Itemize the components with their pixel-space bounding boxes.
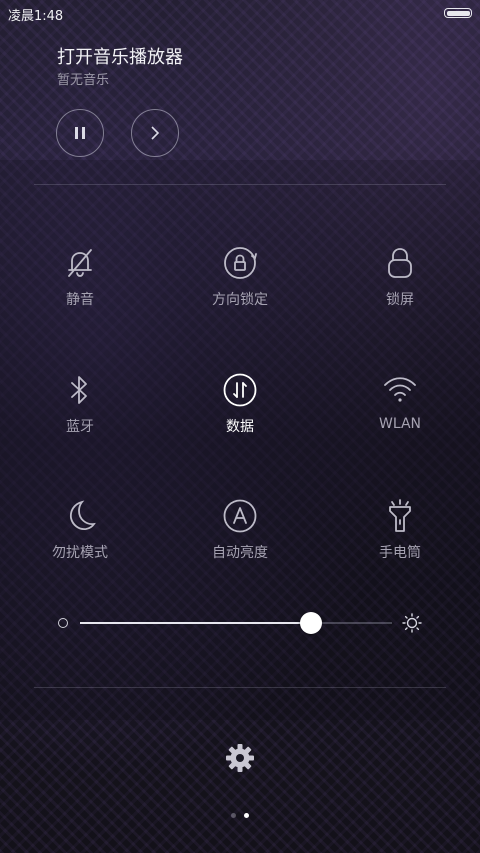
toggle-label: 自动亮度: [212, 545, 268, 561]
chevron-right-icon: [151, 126, 160, 140]
brightness-low-icon: [58, 618, 68, 628]
toggle-mobile-data[interactable]: 数据: [170, 372, 310, 462]
toggle-label: 手电筒: [379, 545, 421, 561]
music-player-title[interactable]: 打开音乐播放器: [57, 43, 183, 69]
mobile-data-icon: [223, 373, 257, 407]
rotation-lock-icon: [224, 247, 257, 279]
toggle-flashlight[interactable]: 手电筒: [330, 498, 470, 588]
divider: [34, 687, 446, 688]
next-button[interactable]: [131, 109, 179, 157]
lock-icon: [388, 248, 412, 278]
pause-icon: [75, 127, 85, 139]
brightness-slider-fill: [80, 622, 311, 624]
moon-icon: [69, 500, 96, 531]
page-dot-current[interactable]: [244, 813, 249, 818]
music-status: 暂无音乐: [57, 73, 110, 88]
brightness-slider-thumb[interactable]: [299, 612, 322, 634]
page-indicator: [231, 813, 249, 818]
toggle-do-not-disturb[interactable]: 勿扰模式: [10, 498, 150, 588]
auto-brightness-icon: [223, 499, 257, 533]
settings-button[interactable]: [225, 743, 255, 777]
bell-off-icon: [68, 249, 92, 277]
wifi-icon: [384, 377, 416, 402]
toggle-label: 静音: [66, 292, 94, 308]
sun-icon: [402, 613, 422, 637]
toggle-wlan[interactable]: WLAN: [330, 372, 470, 462]
flashlight-icon: [389, 499, 411, 532]
toggle-label: 锁屏: [386, 292, 414, 308]
toggle-label: 勿扰模式: [52, 545, 108, 561]
gear-icon: [226, 744, 254, 772]
page-dot[interactable]: [231, 813, 236, 818]
toggle-bluetooth[interactable]: 蓝牙: [10, 372, 150, 462]
status-time: 凌晨1:48: [8, 9, 64, 24]
toggle-auto-brightness[interactable]: 自动亮度: [170, 498, 310, 588]
brightness-slider[interactable]: [80, 612, 392, 634]
pause-button[interactable]: [56, 109, 104, 157]
toggle-label: 数据: [226, 419, 254, 435]
toggle-silent[interactable]: 静音: [10, 245, 150, 335]
battery-icon: [444, 8, 472, 18]
bluetooth-icon: [71, 376, 87, 404]
toggle-lock-screen[interactable]: 锁屏: [330, 245, 470, 335]
toggle-label: 蓝牙: [66, 419, 94, 435]
toggle-label: 方向锁定: [212, 292, 268, 308]
toggle-label: WLAN: [378, 416, 421, 432]
toggle-rotation-lock[interactable]: 方向锁定: [170, 245, 310, 335]
divider: [34, 184, 446, 185]
notification-shade: 凌晨1:48 打开音乐播放器 暂无音乐 静音 方向锁定 锁屏 蓝牙 数据 WLA…: [0, 0, 480, 853]
